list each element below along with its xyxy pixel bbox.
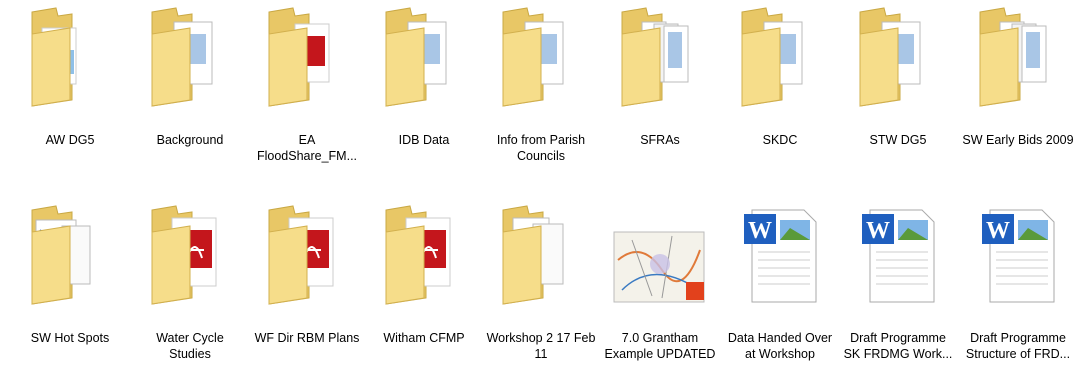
file-item[interactable]: W Data Handed Over at Workshop bbox=[722, 200, 838, 362]
folder-icon bbox=[249, 200, 365, 330]
word-document-icon: W bbox=[960, 200, 1076, 330]
file-item[interactable]: W Draft Programme SK FRDMG Work... bbox=[840, 200, 956, 362]
item-label: STW DG5 bbox=[869, 133, 927, 147]
folder-icon bbox=[602, 2, 718, 132]
folder-item[interactable]: SW Hot Spots bbox=[12, 200, 128, 346]
folder-item[interactable]: Background bbox=[132, 2, 248, 148]
folder-icon bbox=[366, 200, 482, 330]
folder-item[interactable]: WF Dir RBM Plans bbox=[249, 200, 365, 346]
folder-icon bbox=[132, 2, 248, 132]
folder-icon bbox=[366, 2, 482, 132]
item-label: SW Hot Spots bbox=[30, 331, 110, 345]
svg-text:W: W bbox=[748, 218, 772, 244]
folder-icon bbox=[12, 200, 128, 330]
item-label: Water Cycle Studies bbox=[156, 331, 224, 361]
item-label: SKDC bbox=[762, 133, 798, 147]
file-item[interactable]: W Draft Programme Structure of FRD... bbox=[960, 200, 1076, 362]
item-label: 7.0 Grantham Example UPDATED bbox=[604, 331, 716, 361]
item-label: AW DG5 bbox=[45, 133, 95, 147]
folder-item[interactable]: Water Cycle Studies bbox=[132, 200, 248, 362]
folder-icon bbox=[483, 2, 599, 132]
file-view: AW DG5 Background EA FloodShare_FM... ID… bbox=[0, 0, 1083, 376]
folder-item[interactable]: SW Early Bids 2009 bbox=[960, 2, 1076, 148]
folder-item[interactable]: SFRAs bbox=[602, 2, 718, 148]
folder-item[interactable]: STW DG5 bbox=[840, 2, 956, 148]
word-document-icon: W bbox=[840, 200, 956, 330]
item-label: Workshop 2 17 Feb 11 bbox=[486, 331, 596, 361]
item-label: Background bbox=[156, 133, 224, 147]
item-label: SW Early Bids 2009 bbox=[962, 133, 1074, 147]
map-file-icon bbox=[602, 200, 718, 330]
folder-item[interactable]: Workshop 2 17 Feb 11 bbox=[483, 200, 599, 362]
folder-icon bbox=[12, 2, 128, 132]
word-document-icon: W bbox=[722, 200, 838, 330]
svg-text:W: W bbox=[986, 218, 1010, 244]
folder-item[interactable]: EA FloodShare_FM... bbox=[249, 2, 365, 164]
folder-icon bbox=[483, 200, 599, 330]
folder-item[interactable]: AW DG5 bbox=[12, 2, 128, 148]
folder-item[interactable]: Witham CFMP bbox=[366, 200, 482, 346]
item-label: WF Dir RBM Plans bbox=[254, 331, 360, 345]
folder-icon bbox=[132, 200, 248, 330]
item-label: Info from Parish Councils bbox=[496, 133, 586, 163]
item-label: Draft Programme SK FRDMG Work... bbox=[843, 331, 953, 361]
item-label: EA FloodShare_FM... bbox=[256, 133, 358, 163]
item-label: Draft Programme Structure of FRD... bbox=[965, 331, 1071, 361]
svg-text:W: W bbox=[866, 218, 890, 244]
folder-icon bbox=[722, 2, 838, 132]
folder-item[interactable]: IDB Data bbox=[366, 2, 482, 148]
item-label: Witham CFMP bbox=[383, 331, 465, 345]
folder-icon bbox=[840, 2, 956, 132]
folder-icon bbox=[249, 2, 365, 132]
item-label: IDB Data bbox=[398, 133, 450, 147]
folder-icon bbox=[960, 2, 1076, 132]
folder-item[interactable]: Info from Parish Councils bbox=[483, 2, 599, 164]
item-label: SFRAs bbox=[640, 133, 680, 147]
item-label: Data Handed Over at Workshop bbox=[727, 331, 833, 361]
file-item[interactable]: 7.0 Grantham Example UPDATED bbox=[602, 200, 718, 362]
folder-item[interactable]: SKDC bbox=[722, 2, 838, 148]
